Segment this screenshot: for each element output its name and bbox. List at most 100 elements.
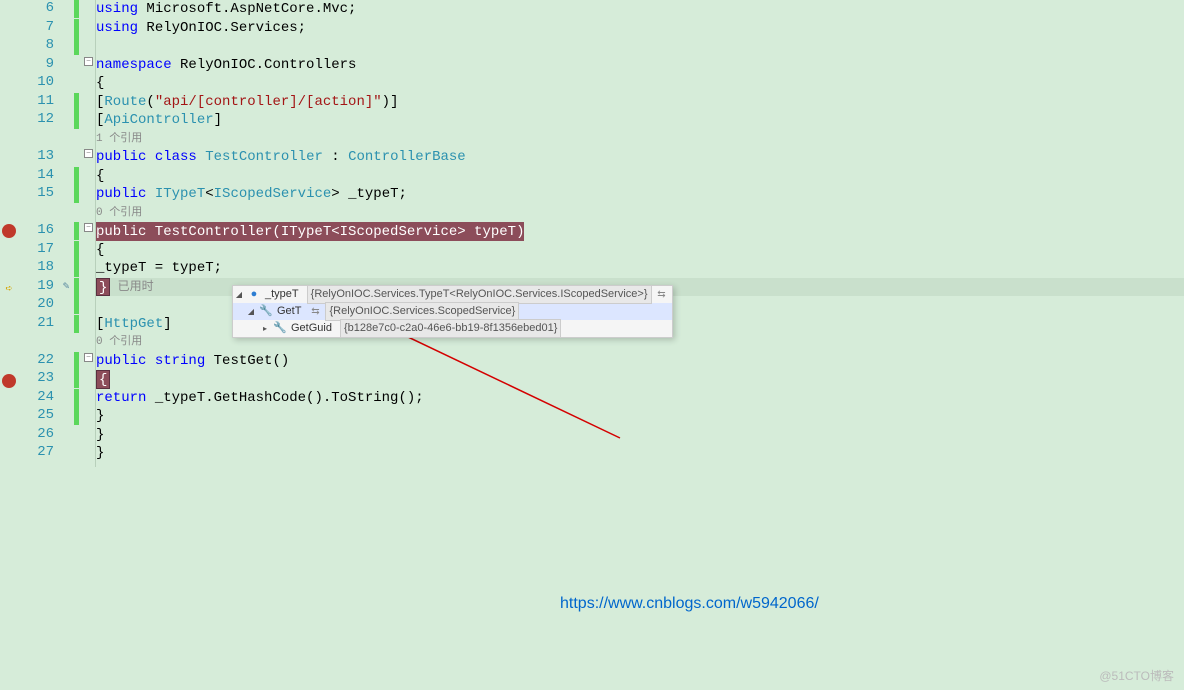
collapse-icon[interactable]: − bbox=[84, 149, 93, 158]
breakpoint-gutter-cell[interactable] bbox=[0, 93, 18, 112]
code-line[interactable]: public ITypeT<IScopedService> _typeT; bbox=[96, 185, 1184, 204]
fold-gutter-cell[interactable] bbox=[82, 74, 95, 93]
fold-gutter-cell[interactable] bbox=[82, 241, 95, 260]
fold-gutter-cell[interactable] bbox=[82, 370, 95, 389]
fold-gutter-cell[interactable] bbox=[82, 296, 95, 315]
code-line[interactable] bbox=[96, 37, 1184, 56]
breakpoint-gutter-cell[interactable] bbox=[0, 298, 18, 317]
attribution-link[interactable]: https://www.cnblogs.com/w5942066/ bbox=[560, 595, 819, 613]
code-line[interactable]: [Route("api/[controller]/[action]")] bbox=[96, 93, 1184, 112]
fold-gutter-cell[interactable]: − bbox=[82, 56, 95, 75]
code-token: ] bbox=[163, 315, 171, 334]
code-line[interactable]: _typeT = typeT; bbox=[96, 259, 1184, 278]
fold-gutter-cell[interactable] bbox=[82, 185, 95, 204]
fold-gutter-cell[interactable] bbox=[82, 315, 95, 334]
fold-gutter-cell[interactable] bbox=[82, 444, 95, 463]
breakpoint-gutter-cell[interactable]: ➪ bbox=[0, 280, 18, 299]
breakpoint-gutter-cell[interactable] bbox=[0, 0, 18, 19]
modification-indicator bbox=[74, 296, 82, 315]
code-token: > _typeT; bbox=[331, 185, 407, 204]
code-token: _typeT.GetHashCode().ToString(); bbox=[146, 389, 423, 408]
wrench-icon: 🔧 bbox=[273, 320, 287, 337]
breakpoint-gutter-cell[interactable] bbox=[0, 317, 18, 336]
pin-icon[interactable]: ⇆ bbox=[656, 286, 668, 303]
fold-gutter-cell[interactable] bbox=[82, 204, 95, 223]
breakpoint-gutter-cell[interactable] bbox=[0, 130, 18, 149]
expand-icon[interactable]: ◢ bbox=[247, 303, 255, 320]
breakpoint-gutter-cell[interactable] bbox=[0, 261, 18, 280]
breakpoint-gutter-cell[interactable] bbox=[0, 56, 18, 75]
breakpoint-icon[interactable] bbox=[2, 374, 16, 388]
fold-gutter-cell[interactable] bbox=[82, 0, 95, 19]
fold-gutter-cell[interactable]: − bbox=[82, 352, 95, 371]
code-line[interactable]: public class TestController : Controller… bbox=[96, 148, 1184, 167]
fold-gutter-cell[interactable] bbox=[82, 259, 95, 278]
code-line[interactable]: } bbox=[96, 444, 1184, 463]
code-line[interactable]: { bbox=[96, 241, 1184, 260]
breakpoint-gutter-cell[interactable] bbox=[0, 448, 18, 467]
breakpoint-gutter-cell[interactable] bbox=[0, 204, 18, 223]
breakpoint-gutter-cell[interactable] bbox=[0, 354, 18, 373]
code-line[interactable]: 0 个引用 bbox=[96, 204, 1184, 223]
breakpoint-gutter-cell[interactable] bbox=[0, 335, 18, 354]
breakpoint-gutter-cell[interactable] bbox=[0, 19, 18, 38]
code-line[interactable]: public string TestGet() bbox=[96, 352, 1184, 371]
breakpoint-icon[interactable] bbox=[2, 224, 16, 238]
expand-icon[interactable]: ▸ bbox=[261, 320, 269, 337]
breakpoint-gutter-cell[interactable] bbox=[0, 224, 18, 243]
fold-gutter-cell[interactable]: − bbox=[82, 222, 95, 241]
breakpoint-gutter-cell[interactable] bbox=[0, 148, 18, 167]
collapse-icon[interactable]: − bbox=[84, 57, 93, 66]
collapse-icon[interactable]: − bbox=[84, 223, 93, 232]
fold-gutter-cell[interactable] bbox=[82, 130, 95, 149]
expand-icon[interactable]: ◢ bbox=[235, 286, 243, 303]
fold-gutter-cell[interactable] bbox=[82, 19, 95, 38]
tooltip-row[interactable]: ◢ 🔧 GetT ⇆ {RelyOnIOC.Services.ScopedSer… bbox=[233, 303, 672, 320]
fold-gutter-cell[interactable] bbox=[82, 167, 95, 186]
breakpoint-gutter-cell[interactable] bbox=[0, 374, 18, 393]
code-line[interactable]: using Microsoft.AspNetCore.Mvc; bbox=[96, 0, 1184, 19]
fold-gutter-cell[interactable] bbox=[82, 333, 95, 352]
fold-gutter-cell[interactable] bbox=[82, 389, 95, 408]
breakpoint-gutter-cell[interactable] bbox=[0, 37, 18, 56]
code-token: Microsoft.AspNetCore.Mvc; bbox=[138, 0, 356, 19]
code-line[interactable]: return _typeT.GetHashCode().ToString(); bbox=[96, 389, 1184, 408]
fold-gutter-cell[interactable] bbox=[82, 278, 95, 297]
code-token: 0 个引用 bbox=[96, 204, 142, 223]
breakpoint-gutter-cell[interactable] bbox=[0, 167, 18, 186]
tooltip-row[interactable]: ▸ 🔧 GetGuid {b128e7c0-c2a0-46e6-bb19-8f1… bbox=[233, 320, 672, 337]
glyph-margin-cell bbox=[58, 352, 74, 371]
code-line[interactable]: { bbox=[96, 74, 1184, 93]
code-line[interactable]: 1 个引用 bbox=[96, 130, 1184, 149]
screwdriver-icon[interactable]: ✎ bbox=[63, 281, 70, 293]
fold-gutter-cell[interactable] bbox=[82, 37, 95, 56]
code-token: string bbox=[155, 352, 205, 371]
code-editor[interactable]: ➪678910111213141516171819202122232425262… bbox=[0, 0, 1184, 467]
breakpoint-gutter-cell[interactable] bbox=[0, 411, 18, 430]
fold-gutter-cell[interactable] bbox=[82, 426, 95, 445]
fold-gutter-cell[interactable] bbox=[82, 93, 95, 112]
breakpoint-gutter-cell[interactable] bbox=[0, 185, 18, 204]
breakpoint-gutter-cell[interactable] bbox=[0, 74, 18, 93]
code-line[interactable]: } bbox=[96, 407, 1184, 426]
code-line[interactable]: public TestController(ITypeT<IScopedServ… bbox=[96, 222, 1184, 241]
breakpoint-gutter-cell[interactable] bbox=[0, 430, 18, 449]
code-token: public bbox=[96, 185, 146, 204]
fold-gutter-cell[interactable] bbox=[82, 111, 95, 130]
pin-icon[interactable]: ⇆ bbox=[309, 303, 321, 320]
modification-indicator bbox=[74, 185, 82, 204]
code-line[interactable]: { bbox=[96, 370, 1184, 389]
code-line[interactable]: { bbox=[96, 167, 1184, 186]
code-line[interactable]: } bbox=[96, 426, 1184, 445]
code-line[interactable]: using RelyOnIOC.Services; bbox=[96, 19, 1184, 38]
breakpoint-gutter-cell[interactable] bbox=[0, 111, 18, 130]
tooltip-row[interactable]: ◢ ● _typeT {RelyOnIOC.Services.TypeT<Rel… bbox=[233, 286, 672, 303]
breakpoint-gutter-cell[interactable] bbox=[0, 243, 18, 262]
code-line[interactable]: [ApiController] bbox=[96, 111, 1184, 130]
breakpoint-gutter-cell[interactable] bbox=[0, 393, 18, 412]
fold-gutter-cell[interactable] bbox=[82, 407, 95, 426]
fold-gutter-cell[interactable]: − bbox=[82, 148, 95, 167]
code-line[interactable]: namespace RelyOnIOC.Controllers bbox=[96, 56, 1184, 75]
wrench-icon: 🔧 bbox=[259, 303, 273, 320]
collapse-icon[interactable]: − bbox=[84, 353, 93, 362]
